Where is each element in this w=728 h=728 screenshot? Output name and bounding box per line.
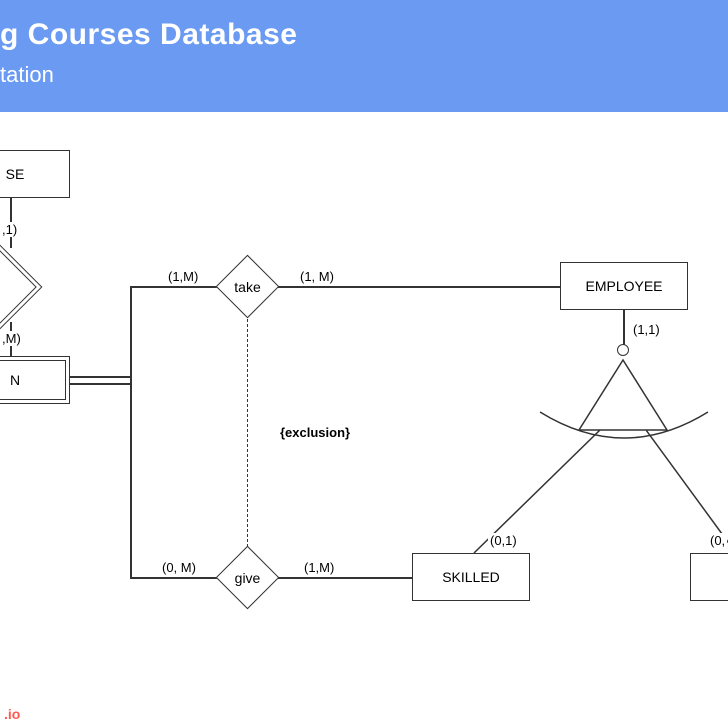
relationship-uses: [0, 245, 42, 330]
connector: [278, 286, 560, 288]
connector: [70, 376, 130, 378]
cardinality-emp-spec: (1,1): [631, 322, 662, 337]
connector: [130, 577, 218, 579]
cardinality-take-right: (1, M): [298, 269, 336, 284]
connector: [623, 310, 625, 346]
connector: [130, 286, 218, 288]
entity-session-label: N: [10, 372, 20, 388]
entity-session: N: [0, 356, 70, 404]
relationship-give-label: give: [235, 570, 261, 586]
footer-brand: .io: [4, 706, 20, 722]
entity-employee-label: EMPLOYEE: [585, 278, 662, 294]
connector: [278, 577, 412, 579]
connector: [130, 286, 132, 383]
connector-triangle-unskilled: [646, 430, 728, 580]
page-title: g Courses Database: [0, 18, 704, 52]
cardinality-skilled: (0,1): [488, 533, 519, 548]
cardinality-take-left: (1,M): [166, 269, 200, 284]
cardinality-give-right: (1,M): [302, 560, 336, 575]
cardinality-uses-top: ,1): [0, 222, 19, 237]
cardinality-uses-bottom: ,M): [0, 331, 23, 346]
relationship-take: take: [216, 255, 280, 319]
relationship-give: give: [216, 546, 280, 610]
entity-course-label: SE: [6, 166, 25, 182]
exclusion-label: {exclusion}: [278, 423, 352, 442]
relationship-take-label: take: [234, 279, 260, 295]
specialization-circle: [617, 344, 629, 356]
entity-skilled: SKILLED: [412, 553, 530, 601]
connector: [130, 377, 132, 577]
entity-course: SE: [0, 150, 70, 198]
exclusion-link: [247, 319, 248, 547]
cardinality-give-left: (0, M): [160, 560, 198, 575]
page-subtitle: tation: [0, 62, 704, 88]
cardinality-unskilled: (0,: [708, 533, 727, 548]
entity-skilled-label: SKILLED: [442, 569, 500, 585]
connector: [70, 383, 130, 385]
diagram-canvas: SE N ,1) ,M) take (1,M) (1, M) EMPLOYEE …: [0, 112, 728, 722]
header-banner: g Courses Database tation: [0, 0, 728, 112]
entity-employee: EMPLOYEE: [560, 262, 688, 310]
